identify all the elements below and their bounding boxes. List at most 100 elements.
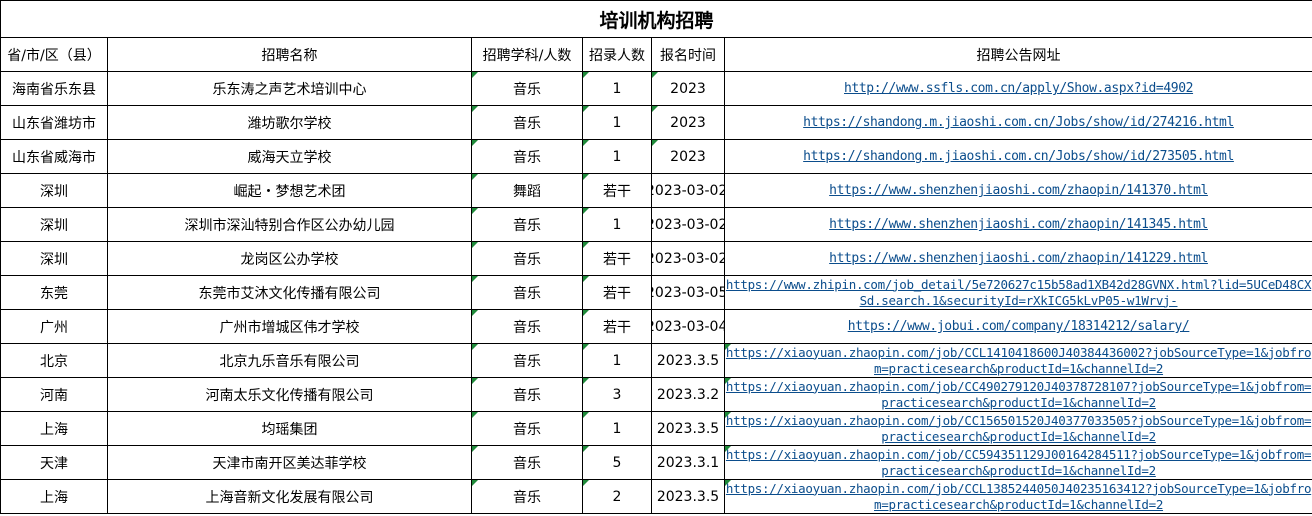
table-row: 深圳崛起・梦想艺术团舞蹈若干2023-03-02 https://www.shen…: [0, 173, 1312, 208]
cell-url[interactable]: https://shandong.m.jiaoshi.com.cn/Jobs/s…: [723, 105, 1312, 140]
cell-name[interactable]: 天津市南开区美达菲学校: [107, 445, 472, 480]
url-link[interactable]: https://www.shenzhenjiaoshi.com/zhaopin/…: [829, 217, 1208, 232]
cell-count[interactable]: 5: [582, 445, 652, 480]
url-link[interactable]: https://xiaoyuan.zhaopin.com/job/CC15650…: [726, 413, 1312, 445]
cell-date[interactable]: 2023.3.5: [651, 411, 725, 446]
url-link[interactable]: https://www.jobui.com/company/18314212/s…: [848, 319, 1190, 334]
cell-count[interactable]: 1: [582, 71, 652, 106]
cell-url[interactable]: https://xiaoyuan.zhaopin.com/job/CCL1385…: [723, 479, 1312, 514]
url-link[interactable]: https://xiaoyuan.zhaopin.com/job/CCL1385…: [726, 481, 1312, 513]
cell-name[interactable]: 北京九乐音乐有限公司: [107, 343, 472, 378]
cell-region[interactable]: 河南: [0, 377, 108, 412]
url-link[interactable]: https://www.shenzhenjiaoshi.com/zhaopin/…: [829, 183, 1208, 198]
table-row: 北京 北京九乐音乐有限公司 音乐 1 2023.3.5 https://xiaoyuan.…: [0, 343, 1312, 378]
cell-count[interactable]: 1: [582, 207, 652, 242]
cell-region[interactable]: 深圳: [0, 241, 108, 276]
url-link[interactable]: https://xiaoyuan.zhaopin.com/job/CC49027…: [726, 379, 1312, 411]
cell-subject[interactable]: 音乐: [471, 343, 583, 378]
cell-region[interactable]: 深圳: [0, 173, 108, 208]
cell-subject[interactable]: 音乐: [471, 105, 583, 140]
cell-date[interactable]: 2023.3.5: [651, 479, 725, 514]
cell-date[interactable]: 2023-03-02: [651, 207, 725, 242]
cell-date[interactable]: 2023: [651, 71, 725, 106]
cell-date[interactable]: 2023.3.5: [651, 343, 725, 378]
header-date[interactable]: 报名时间: [651, 37, 725, 72]
cell-count[interactable]: 1: [582, 411, 652, 446]
cell-subject[interactable]: 音乐: [471, 411, 583, 446]
cell-date[interactable]: 2023: [651, 105, 725, 140]
cell-count[interactable]: 1: [582, 343, 652, 378]
cell-url[interactable]: https://xiaoyuan.zhaopin.com/job/CC49027…: [723, 377, 1312, 412]
cell-count[interactable]: 1: [582, 139, 652, 174]
cell-url[interactable]: https://www.shenzhenjiaoshi.com/zhaopin/…: [723, 241, 1312, 276]
cell-subject[interactable]: 音乐: [471, 241, 583, 276]
cell-region[interactable]: 上海: [0, 479, 108, 514]
cell-subject[interactable]: 音乐: [471, 309, 583, 344]
cell-name[interactable]: 上海音新文化发展有限公司: [107, 479, 472, 514]
cell-url[interactable]: https://xiaoyuan.zhaopin.com/job/CCL1410…: [723, 343, 1312, 378]
cell-name[interactable]: 深圳市深汕特别合作区公办幼儿园: [107, 207, 472, 242]
cell-name[interactable]: 东莞市艾沐文化传播有限公司: [107, 275, 472, 310]
cell-url[interactable]: https://shandong.m.jiaoshi.com.cn/Jobs/s…: [723, 139, 1312, 174]
cell-count[interactable]: 3: [582, 377, 652, 412]
cell-subject[interactable]: 音乐: [471, 445, 583, 480]
cell-subject[interactable]: 音乐: [471, 377, 583, 412]
cell-url[interactable]: https://www.zhipin.com/job_detail/5e7206…: [723, 275, 1312, 310]
url-link[interactable]: https://www.shenzhenjiaoshi.com/zhaopin/…: [829, 251, 1208, 266]
cell-name[interactable]: 河南太乐文化传播有限公司: [107, 377, 472, 412]
cell-subject[interactable]: 音乐: [471, 275, 583, 310]
cell-name[interactable]: 乐东涛之声艺术培训中心: [107, 71, 472, 106]
cell-date[interactable]: 2023-03-05: [651, 275, 725, 310]
url-link[interactable]: https://shandong.m.jiaoshi.com.cn/Jobs/s…: [803, 115, 1234, 130]
cell-url[interactable]: https://www.shenzhenjiaoshi.com/zhaopin/…: [723, 207, 1312, 242]
sheet-title[interactable]: 培训机构招聘: [0, 0, 1312, 38]
cell-subject[interactable]: 音乐: [471, 207, 583, 242]
cell-date[interactable]: 2023.3.1: [651, 445, 725, 480]
url-link[interactable]: https://xiaoyuan.zhaopin.com/job/CC59435…: [726, 447, 1312, 479]
cell-url[interactable]: https://xiaoyuan.zhaopin.com/job/CC15650…: [723, 411, 1312, 446]
cell-name[interactable]: 威海天立学校: [107, 139, 472, 174]
cell-subject[interactable]: 音乐: [471, 71, 583, 106]
header-subject[interactable]: 招聘学科/人数: [471, 37, 583, 72]
cell-count[interactable]: 若干: [582, 309, 652, 344]
cell-region[interactable]: 东莞: [0, 275, 108, 310]
cell-count[interactable]: 若干: [582, 173, 652, 208]
cell-region[interactable]: 深圳: [0, 207, 108, 242]
cell-region[interactable]: 广州: [0, 309, 108, 344]
cell-date[interactable]: 2023: [651, 139, 725, 174]
cell-url[interactable]: https://xiaoyuan.zhaopin.com/job/CC59435…: [723, 445, 1312, 480]
cell-region[interactable]: 天津: [0, 445, 108, 480]
header-url[interactable]: 招聘公告网址: [723, 37, 1312, 72]
cell-count[interactable]: 若干: [582, 275, 652, 310]
cell-subject[interactable]: 音乐: [471, 139, 583, 174]
cell-url[interactable]: https://www.shenzhenjiaoshi.com/zhaopin/…: [723, 173, 1312, 208]
url-link[interactable]: http://www.ssfls.com.cn/apply/Show.aspx?…: [844, 81, 1193, 96]
cell-subject[interactable]: 音乐: [471, 479, 583, 514]
cell-count[interactable]: 若干: [582, 241, 652, 276]
url-link[interactable]: https://xiaoyuan.zhaopin.com/job/CCL1410…: [726, 345, 1312, 377]
url-link[interactable]: https://shandong.m.jiaoshi.com.cn/Jobs/s…: [803, 149, 1234, 164]
cell-region[interactable]: 北京: [0, 343, 108, 378]
cell-date[interactable]: 2023-03-04: [651, 309, 725, 344]
header-region[interactable]: 省/市/区（县）: [0, 37, 108, 72]
url-link[interactable]: https://www.zhipin.com/job_detail/5e7206…: [726, 277, 1312, 309]
cell-name[interactable]: 均瑶集团: [107, 411, 472, 446]
cell-name[interactable]: 潍坊歌尔学校: [107, 105, 472, 140]
cell-subject[interactable]: 舞蹈: [471, 173, 583, 208]
header-name[interactable]: 招聘名称: [107, 37, 472, 72]
cell-count[interactable]: 1: [582, 105, 652, 140]
cell-date[interactable]: 2023-03-02: [651, 173, 725, 208]
cell-region[interactable]: 海南省乐东县: [0, 71, 108, 106]
cell-url[interactable]: http://www.ssfls.com.cn/apply/Show.aspx?…: [723, 71, 1312, 106]
cell-count[interactable]: 2: [582, 479, 652, 514]
cell-region[interactable]: 上海: [0, 411, 108, 446]
cell-name[interactable]: 龙岗区公办学校: [107, 241, 472, 276]
header-count[interactable]: 招录人数: [582, 37, 652, 72]
cell-name[interactable]: 崛起・梦想艺术团: [107, 173, 472, 208]
cell-region[interactable]: 山东省潍坊市: [0, 105, 108, 140]
cell-date[interactable]: 2023-03-02: [651, 241, 725, 276]
cell-name[interactable]: 广州市增城区伟才学校: [107, 309, 472, 344]
cell-region[interactable]: 山东省威海市: [0, 139, 108, 174]
cell-date[interactable]: 2023.3.2: [651, 377, 725, 412]
cell-url[interactable]: https://www.jobui.com/company/18314212/s…: [723, 309, 1312, 344]
